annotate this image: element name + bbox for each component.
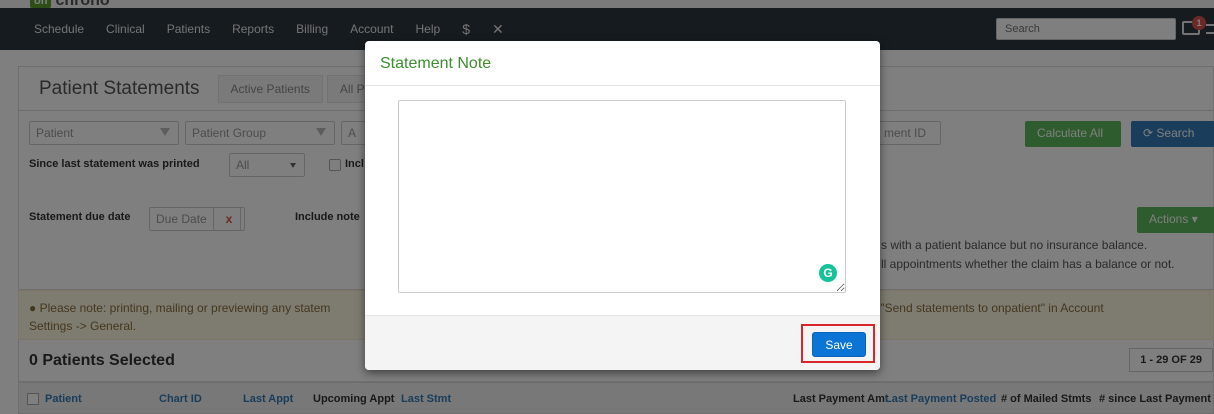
modal-footer: Save <box>365 315 880 370</box>
modal-body: G <box>365 86 880 315</box>
save-button[interactable]: Save <box>812 332 866 357</box>
modal-title: Statement Note <box>380 55 492 72</box>
statement-note-dialog: Statement Note G Save <box>365 41 880 370</box>
modal-header: Statement Note <box>365 41 880 86</box>
statement-note-textarea[interactable] <box>398 100 846 293</box>
grammarly-icon[interactable]: G <box>819 264 837 282</box>
